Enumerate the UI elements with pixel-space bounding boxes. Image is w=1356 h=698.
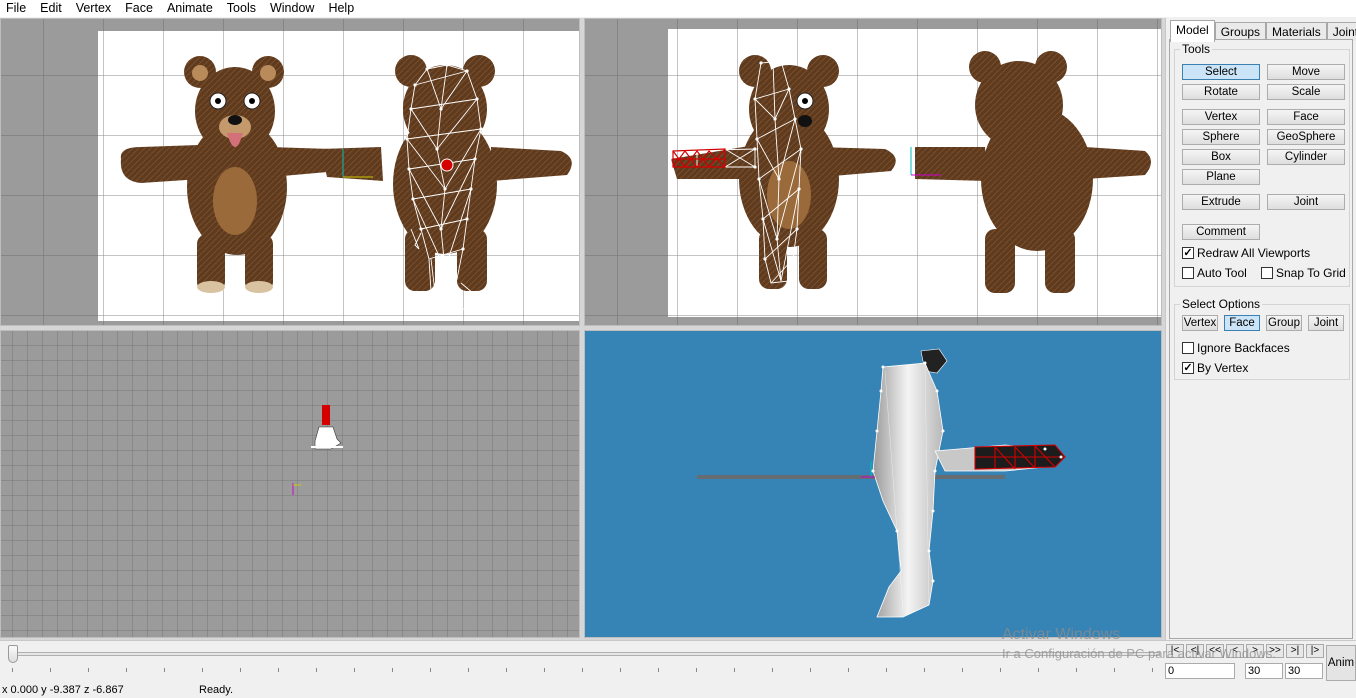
auto-tool-label: Auto Tool xyxy=(1197,266,1247,280)
next-key-button[interactable]: >| xyxy=(1286,644,1304,658)
status-bar: x 0.000 y -9.387 z -6.867 Ready. xyxy=(0,682,1356,698)
menu-edit[interactable]: Edit xyxy=(34,0,70,17)
tab-model[interactable]: Model xyxy=(1170,20,1215,42)
frame-slider-track[interactable] xyxy=(10,652,1160,656)
select-mode-joint-button[interactable]: Joint xyxy=(1308,315,1344,331)
viewport-area xyxy=(0,18,1165,640)
select-tool-button[interactable]: Select xyxy=(1182,64,1260,80)
by-vertex-checkbox[interactable]: ✓ By Vertex xyxy=(1182,361,1248,375)
move-tool-button[interactable]: Move xyxy=(1267,64,1345,80)
cylinder-tool-button[interactable]: Cylinder xyxy=(1267,149,1345,165)
redraw-all-checkbox[interactable]: ✓ Redraw All Viewports xyxy=(1182,246,1310,260)
select-mode-group-button[interactable]: Group xyxy=(1266,315,1302,331)
anim-mode-button[interactable]: Anim xyxy=(1326,645,1356,681)
ignore-backfaces-checkbox[interactable]: Ignore Backfaces xyxy=(1182,341,1290,355)
windows-activation-watermark: Activar Windows Ir a Configuración de PC… xyxy=(1002,626,1276,661)
sphere-tool-button[interactable]: Sphere xyxy=(1182,129,1260,145)
select-options-title: Select Options xyxy=(1180,297,1263,311)
menu-vertex[interactable]: Vertex xyxy=(70,0,119,17)
extrude-tool-button[interactable]: Extrude xyxy=(1182,194,1260,210)
ignore-backfaces-box xyxy=(1182,342,1194,354)
frame-count-field[interactable]: 30 xyxy=(1285,663,1323,679)
snap-to-grid-box xyxy=(1261,267,1273,279)
joint-tool-button[interactable]: Joint xyxy=(1267,194,1345,210)
select-mode-vertex-button[interactable]: Vertex xyxy=(1182,315,1218,331)
snap-to-grid-label: Snap To Grid xyxy=(1276,266,1346,280)
tools-group: Tools Select Move Rotate Scale Vertex Fa… xyxy=(1174,42,1350,287)
face-tool-button[interactable]: Face xyxy=(1267,109,1345,125)
geosphere-tool-button[interactable]: GeoSphere xyxy=(1267,129,1345,145)
frame-slider-thumb[interactable] xyxy=(8,645,18,663)
viewport-front[interactable] xyxy=(0,18,580,326)
panel-tabs: Model Groups Materials Joints xyxy=(1170,20,1356,42)
selected-face-front xyxy=(440,158,454,172)
menu-file[interactable]: File xyxy=(0,0,34,17)
model-tab-content: Tools Select Move Rotate Scale Vertex Fa… xyxy=(1169,39,1353,639)
cursor-coordinates: x 0.000 y -9.387 z -6.867 xyxy=(2,684,124,696)
viewport-top[interactable] xyxy=(0,330,580,638)
tools-group-title: Tools xyxy=(1180,42,1213,56)
menu-help[interactable]: Help xyxy=(322,0,362,17)
ground-shadow xyxy=(697,475,1005,479)
menu-window[interactable]: Window xyxy=(264,0,322,17)
viewport-top-canvas[interactable] xyxy=(1,331,580,638)
viewport-back[interactable] xyxy=(584,18,1162,326)
last-frame-button[interactable]: |> xyxy=(1306,644,1324,658)
fps-field[interactable]: 30 xyxy=(1245,663,1283,679)
rotate-tool-button[interactable]: Rotate xyxy=(1182,84,1260,100)
checkmark-icon: ✓ xyxy=(1182,362,1194,374)
select-options-group: Select Options Vertex Face Group Joint I… xyxy=(1174,297,1350,380)
select-mode-face-button[interactable]: Face xyxy=(1224,315,1260,331)
viewport-back-canvas[interactable] xyxy=(585,19,1162,326)
watermark-line2: Ir a Configuración de PC para activar Wi… xyxy=(1002,646,1276,661)
status-message: Ready. xyxy=(199,684,234,696)
viewport-perspective[interactable] xyxy=(584,330,1162,638)
by-vertex-label: By Vertex xyxy=(1197,361,1249,375)
box-tool-button[interactable]: Box xyxy=(1182,149,1260,165)
viewport-perspective-canvas[interactable] xyxy=(585,331,1162,638)
menu-bar: File Edit Vertex Face Animate Tools Wind… xyxy=(0,0,1356,17)
properties-panel: Model Groups Materials Joints Tools Sele… xyxy=(1165,18,1356,640)
current-frame-field[interactable]: 0 xyxy=(1165,663,1235,679)
ignore-backfaces-label: Ignore Backfaces xyxy=(1197,341,1290,355)
frame-ticks xyxy=(12,668,1162,672)
plane-tool-button[interactable]: Plane xyxy=(1182,169,1260,185)
checkmark-icon: ✓ xyxy=(1182,247,1194,259)
viewport-front-canvas[interactable] xyxy=(1,19,580,326)
comment-tool-button[interactable]: Comment xyxy=(1182,224,1260,240)
snap-to-grid-checkbox[interactable]: Snap To Grid xyxy=(1261,266,1346,280)
menu-tools[interactable]: Tools xyxy=(221,0,264,17)
redraw-all-label: Redraw All Viewports xyxy=(1197,246,1311,260)
menu-animate[interactable]: Animate xyxy=(161,0,221,17)
menu-face[interactable]: Face xyxy=(119,0,161,17)
auto-tool-box xyxy=(1182,267,1194,279)
scale-tool-button[interactable]: Scale xyxy=(1267,84,1345,100)
watermark-line1: Activar Windows xyxy=(1002,626,1121,643)
vertex-tool-button[interactable]: Vertex xyxy=(1182,109,1260,125)
auto-tool-checkbox[interactable]: Auto Tool xyxy=(1182,266,1247,280)
